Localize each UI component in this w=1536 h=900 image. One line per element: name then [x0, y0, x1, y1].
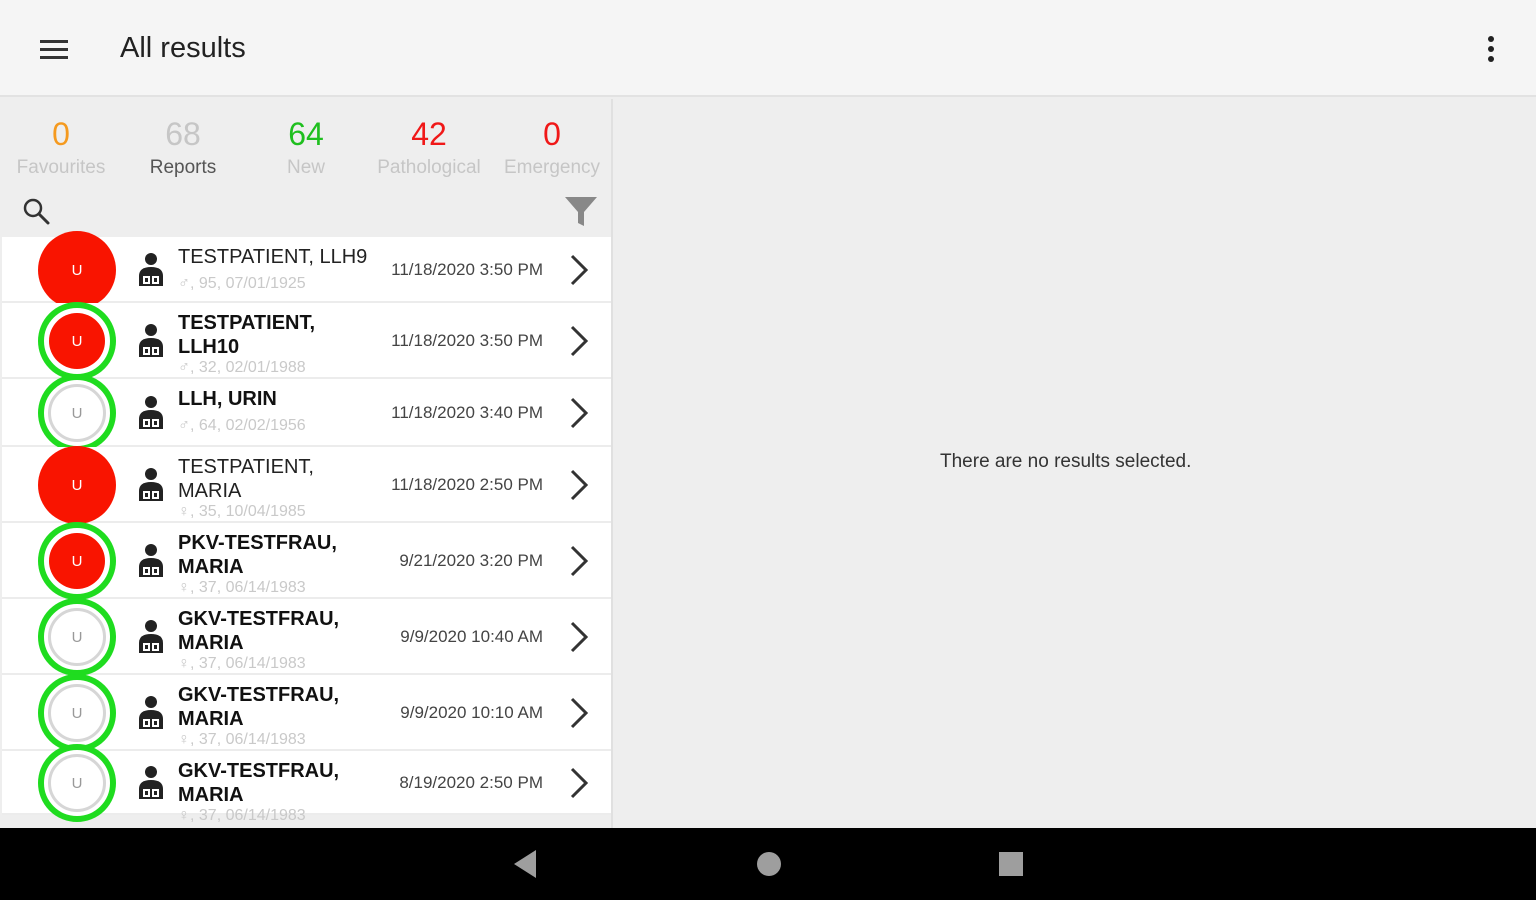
- stat-new[interactable]: 64 New: [245, 115, 367, 181]
- patient-icon: [135, 252, 167, 288]
- page-title: All results: [120, 32, 246, 64]
- result-row[interactable]: U GKV-TESTFRAU, MARIA ♀, 37, 06/14/1983 9/9…: [2, 598, 611, 676]
- result-date: 11/18/2020 3:50 PM: [391, 331, 543, 350]
- patient-name: GKV-TESTFRAU, MARIA: [178, 684, 340, 730]
- chevron-right-icon[interactable]: [568, 253, 590, 287]
- badge-letter: U: [48, 684, 106, 742]
- result-row[interactable]: U TESTPATIENT, MARIA ♀, 35, 10/04/1985 11/1…: [2, 446, 611, 524]
- patient-icon: [135, 395, 167, 431]
- patient-details: ♀, 37, 06/14/1983: [178, 731, 306, 748]
- stat-value: 0: [52, 116, 70, 152]
- result-date: 9/9/2020 10:10 AM: [400, 703, 543, 722]
- status-badge: U: [38, 446, 116, 524]
- status-badge: U: [38, 302, 116, 380]
- patient-details: ♀, 35, 10/04/1985: [178, 503, 306, 520]
- result-row[interactable]: U TESTPATIENT, LLH10 ♂, 32, 02/01/1988 11/1…: [2, 302, 611, 380]
- back-icon[interactable]: [512, 848, 538, 880]
- patient-name: TESTPATIENT, MARIA: [178, 456, 314, 502]
- result-date: 11/18/2020 3:50 PM: [391, 260, 543, 279]
- patient-name: TESTPATIENT, LLH9: [178, 246, 368, 268]
- patient-details: ♂, 64, 02/02/1956: [178, 417, 306, 434]
- patient-icon: [135, 323, 167, 359]
- chevron-right-icon[interactable]: [568, 620, 590, 654]
- results-list: U TESTPATIENT, LLH9 ♂, 95, 07/01/1925 11/18…: [2, 231, 611, 824]
- stat-value: 64: [288, 116, 324, 152]
- status-badge: U: [38, 744, 116, 822]
- result-date: 11/18/2020 3:40 PM: [391, 403, 543, 422]
- badge-letter: U: [49, 533, 105, 589]
- result-date: 9/21/2020 3:20 PM: [399, 551, 543, 570]
- patient-icon: [135, 695, 167, 731]
- patient-icon: [135, 543, 167, 579]
- result-row[interactable]: U GKV-TESTFRAU, MARIA ♀, 37, 06/14/1983 8/1…: [2, 744, 611, 824]
- patient-name: GKV-TESTFRAU, MARIA: [178, 760, 340, 806]
- patient-icon: [135, 765, 167, 801]
- patient-name: LLH, URIN: [178, 388, 277, 410]
- stat-value: 68: [165, 116, 201, 152]
- status-badge: U: [38, 598, 116, 676]
- empty-detail-message: There are no results selected.: [940, 451, 1192, 472]
- status-badge: U: [38, 231, 116, 309]
- chevron-right-icon[interactable]: [568, 468, 590, 502]
- result-date: 9/9/2020 10:40 AM: [400, 627, 543, 646]
- recents-icon[interactable]: [998, 851, 1024, 877]
- result-date: 11/18/2020 2:50 PM: [391, 475, 543, 494]
- status-badge: U: [38, 674, 116, 752]
- system-nav-bar: [0, 828, 1536, 900]
- menu-icon[interactable]: [40, 40, 68, 60]
- badge-letter: U: [49, 313, 105, 369]
- chevron-right-icon[interactable]: [568, 324, 590, 358]
- badge-letter: U: [41, 449, 113, 521]
- filter-icon[interactable]: [563, 193, 599, 229]
- stat-label: Favourites: [16, 157, 106, 178]
- stat-label: New: [286, 157, 325, 178]
- stat-emergency[interactable]: 0 Emergency: [491, 115, 611, 181]
- results-list-pane: 0 Favourites 68 Reports 64 New 42 Pathological 0…: [0, 99, 613, 828]
- patient-details: ♂, 95, 07/01/1925: [178, 275, 306, 292]
- chevron-right-icon[interactable]: [568, 696, 590, 730]
- badge-letter: U: [41, 234, 113, 306]
- badge-letter: U: [48, 384, 106, 442]
- patient-details: ♀, 37, 06/14/1983: [178, 579, 306, 596]
- patient-icon: [135, 619, 167, 655]
- chevron-right-icon[interactable]: [568, 544, 590, 578]
- badge-letter: U: [48, 608, 106, 666]
- badge-letter: U: [48, 754, 106, 812]
- result-row[interactable]: U GKV-TESTFRAU, MARIA ♀, 37, 06/14/1983 9/9…: [2, 674, 611, 752]
- patient-details: ♀, 37, 06/14/1983: [178, 807, 306, 824]
- result-date: 8/19/2020 2:50 PM: [399, 773, 543, 792]
- chevron-right-icon[interactable]: [568, 766, 590, 800]
- patient-icon: [135, 467, 167, 503]
- stat-reports[interactable]: 68 Reports: [122, 115, 244, 181]
- stat-label: Pathological: [377, 157, 481, 178]
- search-icon[interactable]: [22, 197, 50, 225]
- patient-details: ♀, 37, 06/14/1983: [178, 655, 306, 672]
- patient-name: GKV-TESTFRAU, MARIA: [178, 608, 340, 654]
- stat-label: Emergency: [503, 157, 601, 178]
- patient-name: TESTPATIENT, LLH10: [178, 312, 316, 358]
- patient-name: PKV-TESTFRAU, MARIA: [178, 532, 337, 578]
- status-badge: U: [38, 522, 116, 600]
- stat-value: 42: [411, 116, 447, 152]
- result-row[interactable]: U PKV-TESTFRAU, MARIA ♀, 37, 06/14/1983 9/2…: [2, 522, 611, 600]
- patient-details: ♂, 32, 02/01/1988: [178, 359, 306, 376]
- status-badge: U: [38, 374, 116, 452]
- chevron-right-icon[interactable]: [568, 396, 590, 430]
- stat-label: Reports: [149, 157, 217, 178]
- more-vert-icon[interactable]: [1484, 36, 1498, 64]
- result-row[interactable]: U LLH, URIN ♂, 64, 02/02/1956 11/18/2020 3:…: [2, 374, 611, 452]
- stat-favourites[interactable]: 0 Favourites: [0, 115, 122, 181]
- stats-bar: 0 Favourites 68 Reports 64 New 42 Pathological 0…: [0, 99, 611, 191]
- result-row[interactable]: U TESTPATIENT, LLH9 ♂, 95, 07/01/1925 11/18…: [2, 231, 611, 309]
- stat-pathological[interactable]: 42 Pathological: [368, 115, 490, 181]
- stat-value: 0: [543, 116, 561, 152]
- home-icon[interactable]: [755, 850, 783, 878]
- app-bar: All results: [0, 0, 1536, 97]
